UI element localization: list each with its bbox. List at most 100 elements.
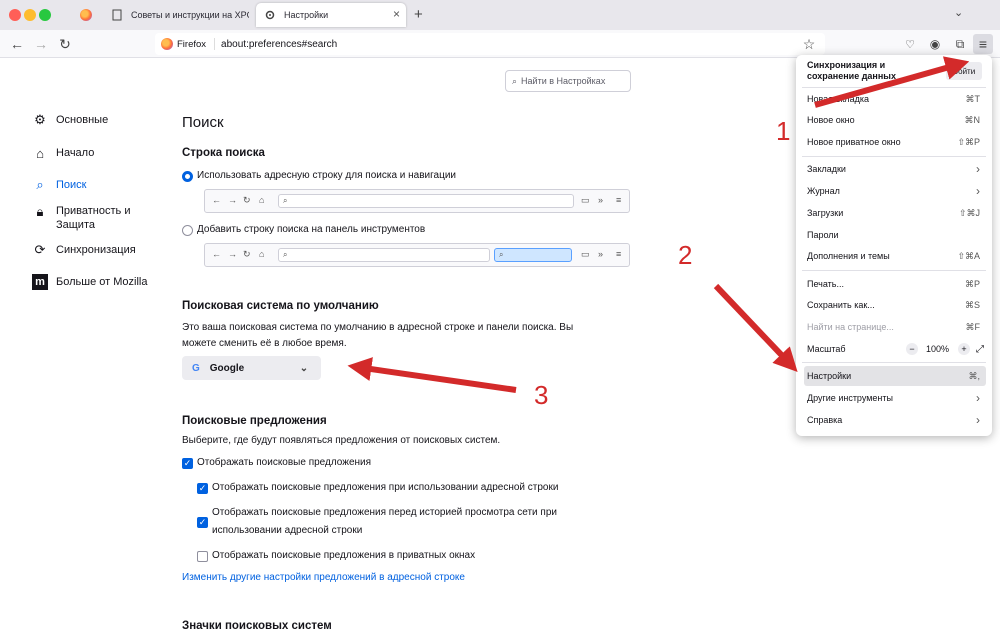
- search-icon: ⌕: [36, 177, 44, 192]
- menu-item-label: Масштаб: [807, 344, 846, 354]
- menu-item-shortcut: ⇧⌘A: [957, 250, 980, 261]
- overflow-icon: »: [598, 249, 604, 259]
- zoom-out-button[interactable]: −: [906, 343, 918, 355]
- menu-downloads[interactable]: Загрузки ⇧⌘J: [804, 203, 986, 223]
- chevron-right-icon: ›: [976, 391, 980, 405]
- zoom-in-button[interactable]: +: [958, 343, 970, 355]
- gear-icon: ⚙: [34, 112, 46, 127]
- preview-searchbar: ⌕: [494, 248, 572, 262]
- preview-field: ⌕: [278, 194, 574, 208]
- default-engine-select[interactable]: G Google ⌄: [182, 356, 321, 380]
- annotation-number-2: 2: [678, 240, 693, 270]
- default-engine-heading: Поисковая система по умолчанию: [182, 300, 379, 312]
- identity-label: Firefox: [177, 38, 207, 50]
- sign-in-button[interactable]: Войти: [946, 62, 982, 80]
- checkbox-show-suggestions[interactable]: ✓: [182, 458, 193, 469]
- menu-new-tab[interactable]: Новая вкладка ⌘T: [804, 89, 986, 109]
- forward-button[interactable]: →: [31, 34, 51, 54]
- fullscreen-icon[interactable]: ⤢: [976, 344, 984, 355]
- menu-item-label: Другие инструменты: [807, 393, 893, 403]
- checkbox-private-suggestions[interactable]: [197, 551, 208, 562]
- menu-item-label: Пароли: [807, 230, 839, 240]
- menu-addons-themes[interactable]: Дополнения и темы ⇧⌘A: [804, 246, 986, 266]
- menu-icon: ≡: [616, 249, 622, 259]
- checkbox-suggestions-before-history[interactable]: ✓: [197, 517, 208, 528]
- menu-item-shortcut: ⌘P: [964, 278, 980, 289]
- sync-title-line: Синхронизация и: [807, 60, 886, 70]
- arrow-3: [347, 357, 517, 393]
- gear-icon: [265, 10, 275, 20]
- menu-history[interactable]: Журнал ›: [804, 181, 986, 201]
- menu-new-window[interactable]: Новое окно ⌘N: [804, 110, 986, 130]
- navigation-toolbar: ← → ↻ Firefox about:preferences#search ☆…: [0, 30, 1000, 58]
- sidebar-item-label: Основные: [56, 114, 109, 126]
- search-preferences-input[interactable]: ⌕ Найти в Настройках: [505, 70, 631, 92]
- account-icon[interactable]: ◉: [925, 34, 945, 54]
- menu-bookmarks[interactable]: Закладки ›: [804, 159, 986, 179]
- home-icon: ⌂: [36, 145, 44, 161]
- annotation-number-1: 1: [776, 116, 791, 146]
- sidebar-item-label: Начало: [56, 147, 95, 159]
- identity-box[interactable]: Firefox: [161, 38, 216, 50]
- menu-item-label: Новое приватное окно: [807, 137, 901, 147]
- sidebar-item-general[interactable]: ⚙ Основные: [32, 112, 108, 128]
- sidebar-item-privacy[interactable]: 🔒︎ Приватность и Защита: [32, 204, 131, 232]
- menu-settings[interactable]: Настройки ⌘,: [804, 366, 986, 386]
- reload-icon: ↻: [243, 195, 251, 205]
- chevron-down-icon[interactable]: ⌄: [954, 6, 963, 19]
- maximize-window-button[interactable]: [39, 9, 51, 21]
- menu-item-label: Настройки: [807, 371, 852, 381]
- menu-icon: ≡: [616, 195, 622, 205]
- tab-strip: Советы и инструкции на XPCC Настройки × …: [0, 0, 1000, 30]
- menu-item-shortcut: ⌘S: [964, 299, 980, 310]
- extensions-icon[interactable]: ⧉: [950, 34, 970, 54]
- checkbox-urlbar-suggestions[interactable]: ✓: [197, 483, 208, 494]
- pocket-icon[interactable]: ♡: [900, 34, 920, 54]
- tab-firefox[interactable]: [72, 3, 102, 27]
- tab-settings[interactable]: Настройки ×: [256, 3, 406, 27]
- page-title: Поиск: [182, 114, 224, 131]
- sidebar-item-sync[interactable]: ⟳ Синхронизация: [32, 242, 136, 258]
- radio-add-searchbar-label: Добавить строку поиска на панель инструм…: [197, 224, 426, 235]
- chevron-right-icon: ›: [976, 184, 980, 198]
- menu-save-as[interactable]: Сохранить как... ⌘S: [804, 295, 986, 315]
- new-tab-button[interactable]: +: [414, 6, 423, 23]
- close-tab-icon[interactable]: ×: [393, 7, 400, 21]
- url-bar[interactable]: Firefox about:preferences#search: [155, 33, 825, 55]
- menu-find-in-page[interactable]: Найти на странице... ⌘F: [804, 317, 986, 337]
- sidebar-item-label: Больше от Mozilla: [56, 276, 148, 288]
- menu-item-shortcut: ⌘T: [965, 93, 981, 104]
- menu-print[interactable]: Печать... ⌘P: [804, 274, 986, 294]
- menu-more-tools[interactable]: Другие инструменты ›: [804, 388, 986, 408]
- chevron-right-icon: ›: [976, 162, 980, 176]
- menu-help[interactable]: Справка ›: [804, 410, 986, 430]
- zoom-level[interactable]: 100%: [926, 344, 949, 354]
- sidebar-item-home[interactable]: ⌂ Начало: [32, 145, 94, 161]
- checkbox-show-suggestions-label: Отображать поисковые предложения: [197, 457, 372, 468]
- menu-item-label: Новая вкладка: [807, 94, 870, 104]
- radio-add-searchbar[interactable]: [182, 225, 193, 236]
- bookmark-star-icon[interactable]: ☆: [799, 34, 819, 54]
- app-menu-button[interactable]: ≡: [973, 34, 993, 54]
- back-button[interactable]: ←: [7, 34, 27, 54]
- menu-separator: [802, 156, 986, 157]
- radio-use-urlbar[interactable]: [182, 171, 193, 182]
- search-icon: ⌕: [512, 75, 518, 86]
- urlbar-preview: ← → ↻ ⌂ ⌕ ▭ » ≡: [204, 189, 630, 213]
- close-window-button[interactable]: [9, 9, 21, 21]
- sidebar-item-search[interactable]: ⌕ Поиск: [32, 177, 86, 193]
- menu-separator: [802, 87, 986, 88]
- chevron-down-icon: ⌄: [299, 362, 309, 374]
- annotation-number-3: 3: [534, 380, 549, 410]
- reload-button[interactable]: ↻: [55, 34, 75, 54]
- menu-new-private-window[interactable]: Новое приватное окно ⇧⌘P: [804, 132, 986, 152]
- home-icon: ⌂: [259, 249, 265, 259]
- sync-title: Синхронизация и сохранение данных: [807, 60, 896, 82]
- arrow-2: [713, 283, 798, 372]
- sidebar-item-mozilla[interactable]: m Больше от Mozilla: [32, 274, 147, 290]
- minimize-window-button[interactable]: [24, 9, 36, 21]
- change-urlbar-suggestions-link[interactable]: Изменить другие настройки предложений в …: [182, 572, 465, 583]
- menu-item-label: Сохранить как...: [807, 300, 875, 310]
- tab-xpcc[interactable]: Советы и инструкции на XPCC: [103, 3, 253, 27]
- menu-passwords[interactable]: Пароли: [804, 225, 986, 245]
